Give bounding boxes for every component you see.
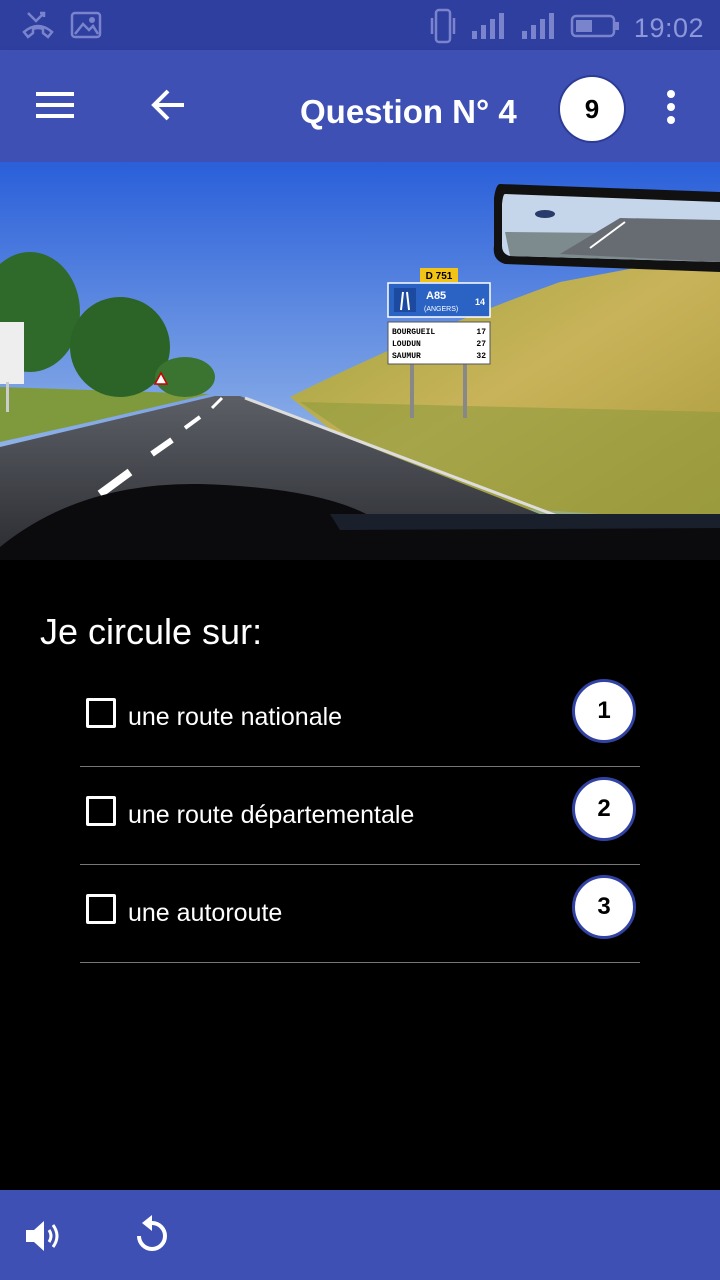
question-text: Je circule sur: — [40, 611, 263, 652]
motorway-text: A85 — [426, 290, 446, 302]
signal-icon — [520, 11, 556, 46]
answer-checkbox[interactable] — [86, 894, 116, 924]
answer-option-2[interactable]: une route départementale 2 — [80, 768, 640, 865]
dest-name-3: SAUMUR — [392, 352, 421, 361]
answer-label: une route nationale — [128, 703, 343, 731]
motorway-km-text: 14 — [475, 297, 485, 307]
answers-list: une route nationale 1 une route départem… — [80, 670, 640, 964]
question-count-badge[interactable]: 9 — [560, 77, 624, 141]
answer-option-1[interactable]: une route nationale 1 — [80, 670, 640, 767]
answer-checkbox[interactable] — [86, 796, 116, 826]
menu-icon[interactable] — [30, 83, 82, 127]
answer-checkbox[interactable] — [86, 698, 116, 728]
answer-label: une route départementale — [128, 801, 415, 829]
answer-label: une autoroute — [128, 899, 283, 927]
vibrate-icon — [430, 8, 456, 49]
page-title: Question N° 4 — [300, 93, 517, 130]
answer-number-badge[interactable]: 3 — [572, 875, 636, 939]
dest-km-3: 32 — [476, 352, 486, 361]
answer-option-3[interactable]: une autoroute 3 — [80, 866, 640, 963]
question-photo: D 751 A85 (ANGERS) 14 BOURGUEIL 17 LOUDU… — [0, 162, 720, 560]
app-bar: Question N° 4 9 — [0, 50, 720, 162]
dest-name-1: BOURGUEIL — [392, 328, 435, 337]
image-icon — [70, 10, 102, 45]
signal-icon — [470, 11, 506, 46]
road-number-text: D 751 — [426, 271, 453, 282]
bottom-bar — [0, 1190, 720, 1280]
dest-name-2: LOUDUN — [392, 340, 421, 349]
dest-km-2: 27 — [476, 340, 486, 349]
answer-number-badge[interactable]: 1 — [572, 679, 636, 743]
replay-icon[interactable] — [128, 1210, 176, 1258]
status-bar: 19:02 — [0, 0, 720, 50]
missed-call-icon — [22, 10, 54, 45]
answer-number-badge[interactable]: 2 — [572, 777, 636, 841]
back-arrow-icon[interactable] — [142, 83, 194, 127]
battery-icon — [570, 13, 620, 44]
status-time: 19:02 — [633, 13, 704, 43]
volume-icon[interactable] — [20, 1212, 68, 1260]
more-vert-icon[interactable] — [654, 82, 688, 132]
dest-km-1: 17 — [476, 328, 486, 337]
motorway-dest-text: (ANGERS) — [424, 306, 458, 313]
